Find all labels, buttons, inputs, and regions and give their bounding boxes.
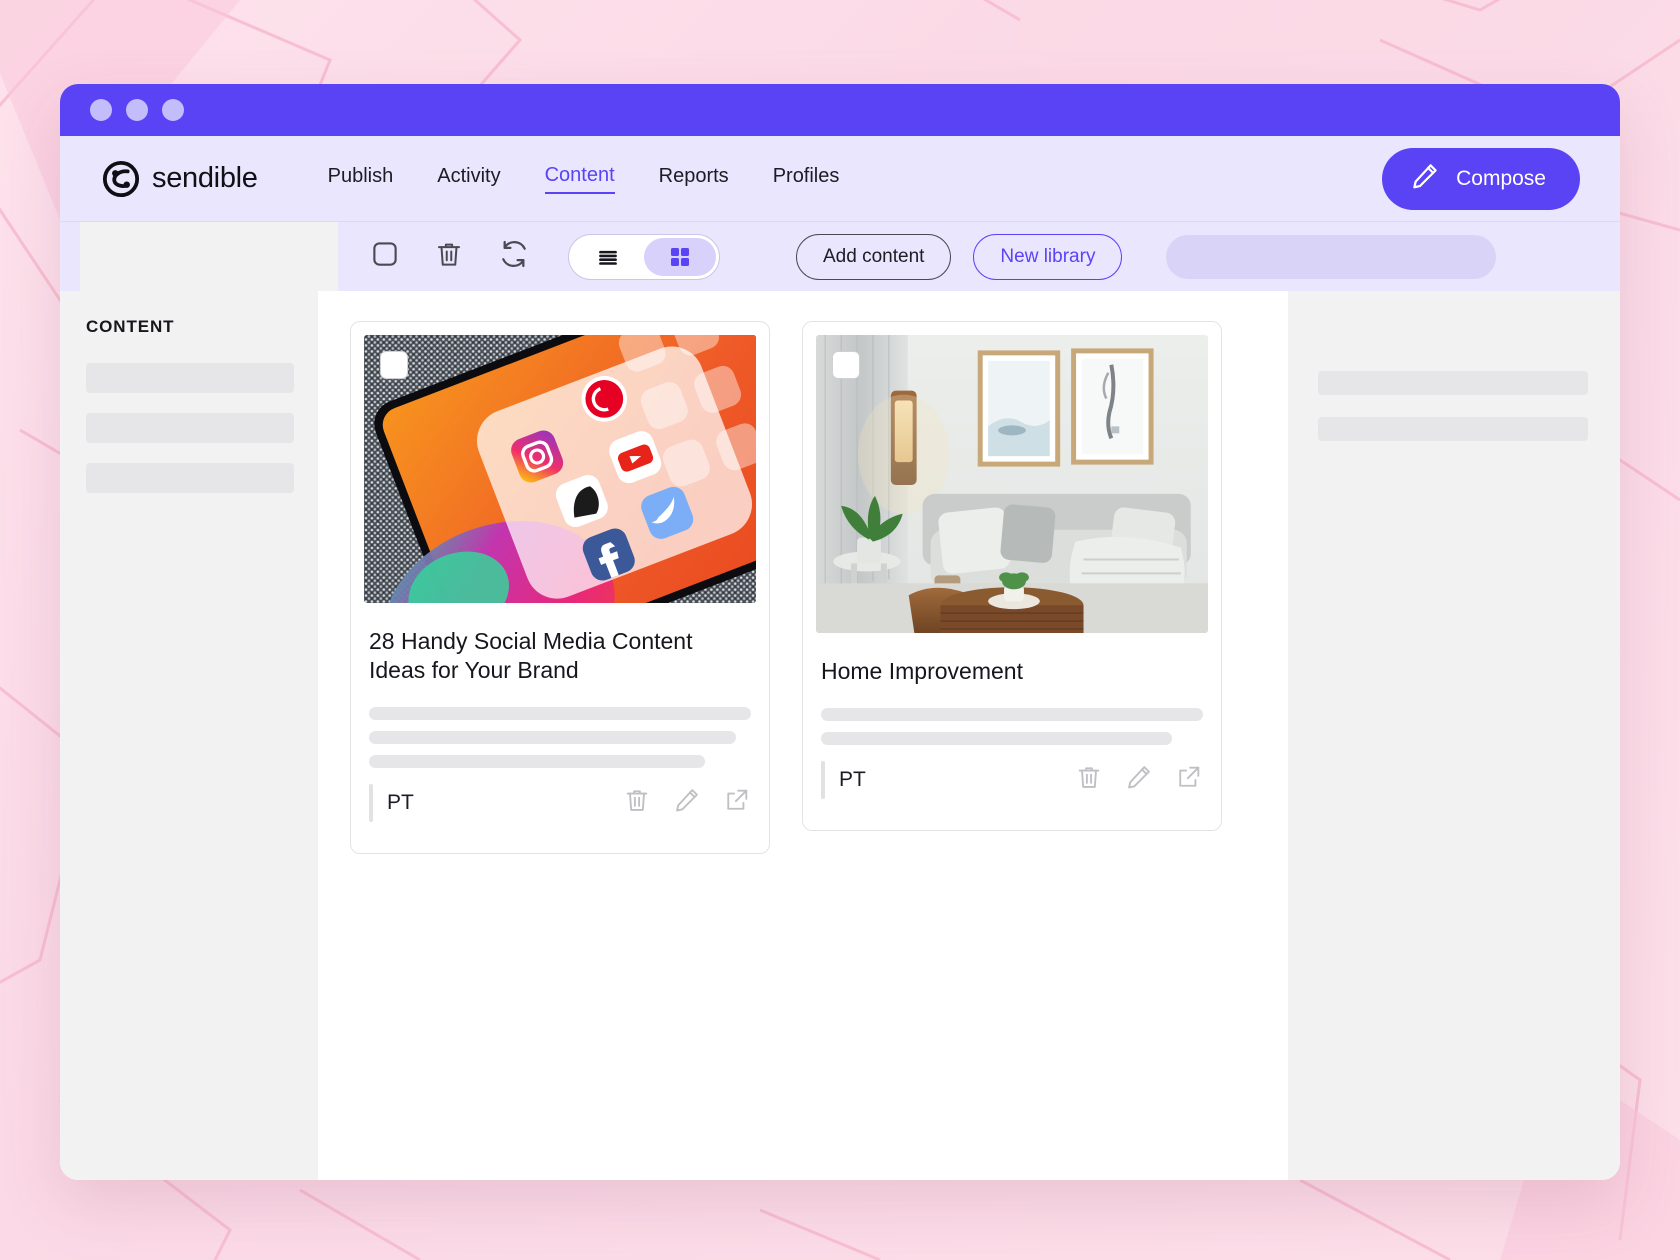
card-edit-icon[interactable] [1125,763,1153,796]
checkbox-square-icon-glyph [373,242,397,266]
new-library-button[interactable]: New library [973,233,1123,280]
sidebar-title: CONTENT [86,317,175,336]
content-toolbar: Add content New library [60,221,1620,292]
profile-initials: PT [387,790,414,814]
card-edit-icon[interactable] [673,786,701,819]
right-panel-placeholder-row[interactable] [1318,417,1588,441]
toolbar-icon-group [370,238,530,275]
compose-button[interactable]: Compose [1382,147,1580,210]
card-placeholder-line [369,706,751,720]
card-action-group [1075,763,1203,796]
search-input[interactable] [1166,234,1497,279]
profile-accent-bar [369,783,373,822]
refresh-icon-glyph [502,240,526,268]
trash-icon[interactable] [434,239,464,274]
card-profile-tag: PT [369,783,414,822]
refresh-icon[interactable] [498,238,530,275]
content-area: CONTENT 28 Handy Social Media Content Id… [60,291,1620,1180]
trash-icon-glyph [438,243,460,266]
card-footer: PT [803,756,1221,830]
toolbar-sidebar-spacer [80,221,338,292]
right-panel [1288,291,1620,1180]
brand-name: sendible [152,162,258,194]
card-thumbnail [816,335,1208,633]
trash-icon-glyph [626,790,648,812]
pencil-icon [1410,161,1440,197]
window-titlebar [60,84,1620,136]
card-placeholder-line [821,731,1173,745]
external-link-icon-glyph [1179,767,1200,788]
toolbar-action-group: Add content New library [796,233,1497,280]
view-toggle-list[interactable] [572,238,644,276]
list-view-icon [599,250,617,265]
nav-item-publish[interactable]: Publish [328,165,394,193]
nav-item-reports[interactable]: Reports [659,165,729,193]
card-select-checkbox[interactable] [380,351,408,379]
living-room-interior-photo [816,335,1208,633]
sidebar: CONTENT [60,291,318,1180]
phone-social-media-apps-photo: Social Media [364,335,756,603]
content-card[interactable]: Home Improvement PT [802,321,1222,831]
main-navigation: Publish Activity Content Reports Profile… [328,164,840,194]
card-title: Home Improvement [821,658,1023,684]
nav-item-activity[interactable]: Activity [437,165,500,193]
sendible-logo-icon [102,160,140,198]
sidebar-placeholder-row[interactable] [86,413,294,443]
view-toggle-grid[interactable] [644,237,716,276]
sidebar-placeholder-row[interactable] [86,463,294,493]
pencil-icon-glyph [1413,163,1437,188]
view-mode-toggle [568,233,720,280]
card-delete-icon[interactable] [1075,763,1103,796]
profile-initials: PT [839,767,866,791]
card-text-placeholder [803,686,1221,756]
card-title: 28 Handy Social Media Content Ideas for … [369,628,693,683]
card-placeholder-line [821,707,1203,721]
add-content-button[interactable]: Add content [796,233,952,280]
card-placeholder-line [369,754,706,768]
pencil-icon-glyph [676,789,698,812]
right-panel-placeholder-row[interactable] [1318,371,1588,395]
card-profile-tag: PT [821,760,866,799]
window-dot-minimize[interactable] [126,99,148,121]
trash-icon-glyph [1078,767,1100,789]
card-open-icon[interactable] [1175,763,1203,796]
window-dot-close[interactable] [90,99,112,121]
sidebar-placeholder-row[interactable] [86,363,294,393]
card-footer: PT [351,779,769,853]
nav-item-profiles[interactable]: Profiles [773,165,840,193]
checkbox-square-icon[interactable] [370,239,400,274]
grid-view-icon [671,247,689,266]
card-text-placeholder [351,685,769,779]
sendible-logo-glyph [102,160,140,197]
brand[interactable]: sendible [102,160,258,198]
card-open-icon[interactable] [723,786,751,819]
content-grid: Social Media 28 Handy Social Media Conte… [318,291,1288,1180]
card-select-checkbox[interactable] [832,351,860,379]
browser-window: sendible Publish Activity Content Report… [60,84,1620,1180]
card-action-group [623,786,751,819]
card-delete-icon[interactable] [623,786,651,819]
nav-item-content[interactable]: Content [544,164,615,194]
pencil-icon-glyph [1128,766,1150,789]
external-link-icon-glyph [727,790,748,811]
profile-accent-bar [821,760,825,799]
card-placeholder-line [369,730,736,744]
compose-button-label: Compose [1456,166,1546,190]
window-dot-maximize[interactable] [162,99,184,121]
card-thumbnail: Social Media [364,335,756,603]
content-card[interactable]: Social Media 28 Handy Social Media Conte… [350,321,770,854]
app-header: sendible Publish Activity Content Report… [60,136,1620,221]
